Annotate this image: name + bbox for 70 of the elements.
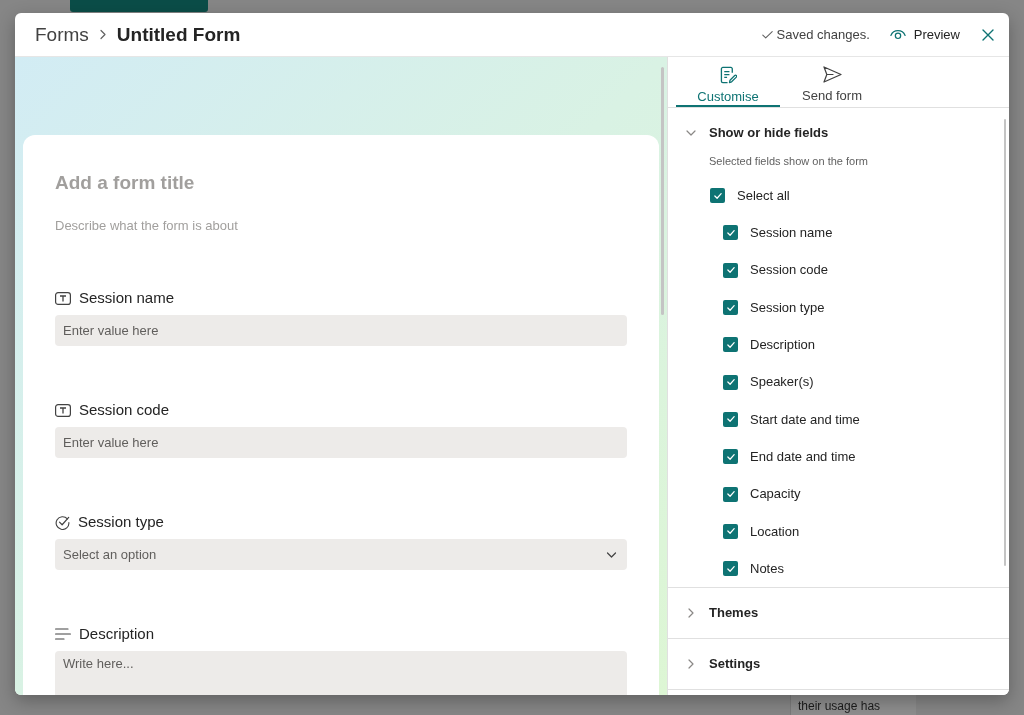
tab[interactable]: Send form bbox=[780, 57, 884, 107]
text-area[interactable]: Write here... bbox=[55, 651, 627, 695]
scrollbar[interactable] bbox=[1004, 119, 1006, 566]
check-icon bbox=[726, 528, 735, 535]
check-icon bbox=[726, 341, 735, 348]
section-header[interactable]: Settings bbox=[668, 639, 1009, 689]
checkbox[interactable] bbox=[723, 262, 738, 278]
lines-icon bbox=[55, 628, 71, 641]
save-status: Saved changes. bbox=[776, 25, 870, 44]
checkbox-label: Start date and time bbox=[750, 410, 860, 429]
check-icon bbox=[726, 453, 735, 460]
preview-button[interactable]: Preview bbox=[887, 20, 962, 49]
text-box-icon bbox=[55, 403, 71, 417]
checkbox-label: Capacity bbox=[750, 485, 801, 504]
title-field[interactable]: Add a form title bbox=[55, 170, 627, 196]
input-field[interactable]: Enter value here bbox=[55, 315, 627, 347]
description-field[interactable]: Describe what the form is about bbox=[55, 217, 627, 235]
check-icon bbox=[726, 229, 735, 236]
breadcrumb-link[interactable]: Forms bbox=[35, 22, 89, 47]
input-field[interactable]: Enter value here bbox=[55, 427, 627, 459]
checkbox-label: Session code bbox=[750, 261, 829, 280]
checkbox-label: Select all bbox=[737, 186, 790, 205]
check-icon bbox=[726, 304, 735, 311]
field-label: Description bbox=[79, 624, 155, 645]
section-hint: Selected fields show on the form bbox=[708, 154, 869, 168]
checkbox[interactable] bbox=[723, 449, 738, 465]
form-name: Untitled Form bbox=[116, 22, 241, 47]
check-icon bbox=[761, 30, 773, 39]
checkbox[interactable] bbox=[723, 337, 738, 353]
section-header[interactable]: Show or hide fields bbox=[668, 116, 1004, 150]
checkbox[interactable] bbox=[723, 374, 738, 390]
checkbox-label: Description bbox=[750, 336, 816, 355]
field-label: Session type bbox=[78, 512, 164, 533]
checkbox-label: Session type bbox=[750, 298, 825, 317]
checkbox[interactable] bbox=[723, 486, 738, 502]
close-icon bbox=[982, 28, 994, 41]
chevron-down-icon bbox=[686, 130, 696, 136]
chevron-right-icon bbox=[688, 659, 694, 669]
checkbox[interactable] bbox=[723, 561, 738, 577]
chevron-right-icon bbox=[99, 29, 106, 40]
chevron-right-icon bbox=[688, 608, 694, 618]
checkbox[interactable] bbox=[723, 411, 738, 427]
scrollbar[interactable] bbox=[661, 67, 664, 315]
checkbox-label: End date and time bbox=[750, 447, 856, 466]
checkbox[interactable] bbox=[723, 225, 738, 241]
table-cell: their usage has bbox=[790, 695, 916, 715]
tab[interactable]: Customise bbox=[676, 57, 780, 107]
check-icon bbox=[726, 416, 735, 423]
check-icon bbox=[726, 267, 735, 274]
checkbox-label: Session name bbox=[750, 224, 833, 243]
checkbox[interactable] bbox=[723, 300, 738, 316]
document-pen-icon bbox=[719, 66, 737, 84]
text-box-icon bbox=[55, 291, 71, 305]
field-label: Session code bbox=[79, 400, 170, 421]
checkbox[interactable] bbox=[723, 523, 738, 539]
send-icon bbox=[822, 66, 842, 83]
check-icon bbox=[713, 192, 722, 199]
field-label: Session name bbox=[79, 288, 175, 309]
eye-icon bbox=[889, 29, 906, 40]
chevron-down-icon bbox=[606, 551, 617, 558]
circle-check-icon bbox=[55, 514, 70, 530]
checkbox-label: Speaker(s) bbox=[750, 373, 814, 392]
checkbox-label: Notes bbox=[750, 559, 784, 578]
check-icon bbox=[726, 379, 735, 386]
section-header[interactable]: Themes bbox=[668, 588, 1009, 638]
check-icon bbox=[726, 565, 735, 572]
checkbox-label: Location bbox=[750, 522, 800, 541]
checkbox[interactable] bbox=[710, 188, 725, 204]
check-icon bbox=[726, 491, 735, 497]
select-field[interactable]: Select an option bbox=[55, 539, 627, 571]
